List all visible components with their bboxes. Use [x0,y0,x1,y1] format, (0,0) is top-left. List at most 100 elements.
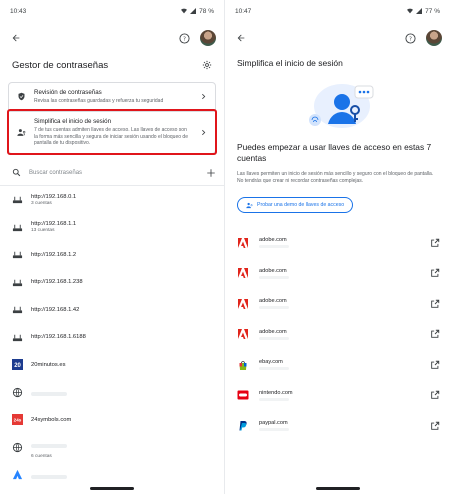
passkey-person-icon [17,129,26,136]
globe-icon [12,387,23,398]
paypal-logo [237,420,249,432]
password-checkup-row[interactable]: Revisión de contraseñas Revisa las contr… [9,83,215,111]
list-item[interactable]: http://192.168.1.2 [0,241,224,269]
search-bar[interactable]: Buscar contraseñas [0,160,224,186]
page-title: Simplifica el inicio de sesión [237,58,343,68]
20minutos-logo: 20 [12,359,23,371]
site-name: adobe.com [259,328,287,335]
globe-icon [12,442,23,453]
list-item-title: http://192.168.1.2 [31,251,77,258]
site-name: adobe.com [259,267,287,274]
redacted-text [31,392,67,397]
avatar[interactable] [200,30,216,46]
svg-text:?: ? [183,36,186,42]
site-name: paypal.com [259,420,288,427]
list-item[interactable]: http://192.168.1.1 13 cuentas [0,214,224,242]
site-row[interactable]: paypal.com [225,411,450,442]
list-item[interactable] [0,379,224,407]
list-item[interactable]: 24s 24symbols.com [0,406,224,434]
adobe-logo [237,267,249,279]
gesture-bar[interactable] [315,487,360,490]
open-in-new-icon[interactable] [430,360,440,370]
router-icon [12,332,23,343]
router-icon [12,249,23,260]
site-row[interactable]: adobe.com [225,258,450,289]
site-row[interactable]: adobe.com [225,319,450,350]
open-in-new-icon[interactable] [430,329,440,339]
passkey-promo-title: Simplifica el inicio de sesión [34,117,112,125]
top-toolbar: ? [0,22,224,54]
gesture-bar[interactable] [90,487,134,490]
ebay-logo [237,359,249,371]
open-in-new-icon[interactable] [430,238,440,248]
status-icons: 78 % [181,8,214,15]
list-item[interactable]: 6 cuentas [0,434,224,462]
list-item[interactable]: http://192.168.1.238 [0,269,224,297]
status-bar: 10:43 78 % [0,0,224,22]
list-item-title: http://192.168.1.6188 [31,334,86,341]
site-row[interactable]: ebay.com [225,350,450,381]
site-row[interactable]: nintendo.com [225,380,450,411]
site-name: adobe.com [259,298,287,305]
try-demo-button[interactable]: Probar una demo de llaves de acceso [237,197,354,214]
redacted-text [259,245,289,249]
help-icon[interactable]: ? [402,30,418,46]
passkey-description: Las llaves permiten un inicio de sesión … [237,170,434,184]
list-item[interactable]: 20 20minutos.es [0,351,224,379]
checkup-subtitle: Revisa las contraseñas guardadas y refue… [34,98,164,104]
site-row[interactable]: adobe.com [225,228,450,259]
top-toolbar: ? [225,22,450,54]
redacted-text [259,367,289,371]
redacted-text [259,336,289,340]
nintendo-logo [237,389,249,401]
avatar[interactable] [426,30,442,46]
passkey-illustration [225,76,450,136]
atlassian-logo [12,469,23,480]
add-icon[interactable] [206,168,216,178]
20minutos-logo-text: 20 [14,363,21,369]
redacted-text [259,397,289,401]
open-in-new-icon[interactable] [430,390,440,400]
open-in-new-icon[interactable] [430,299,440,309]
list-item-title: http://192.168.1.42 [31,306,80,313]
site-row[interactable]: adobe.com [225,289,450,320]
list-item-title: 24symbols.com [31,416,72,423]
search-icon [12,168,21,177]
signal-icon [190,8,197,14]
back-arrow-icon[interactable] [8,30,24,46]
list-item[interactable]: http://192.168.0.1 3 cuentas [0,186,224,214]
passkey-site-list: adobe.com adobe.com adobe.com adobe.com … [225,228,450,442]
list-item-title: http://192.168.0.1 [31,193,77,200]
passkey-promo-subtitle: 7 de tus cuentas admiten llaves de acces… [34,126,188,147]
help-icon[interactable]: ? [176,30,192,46]
list-item-subtitle: 3 cuentas [31,200,52,206]
list-item[interactable] [0,461,224,489]
checkup-card: Revisión de contraseñas Revisa las contr… [7,82,217,156]
status-time: 10:43 [10,7,27,15]
passkey-promo-row[interactable]: Simplifica el inicio de sesión 7 de tus … [7,108,217,156]
page-title-text: Gestor de contraseñas [12,59,109,71]
battery-level: 78 % [199,7,214,15]
open-in-new-icon[interactable] [430,421,440,431]
redacted-text [259,306,289,310]
open-in-new-icon[interactable] [430,268,440,278]
site-name: adobe.com [259,237,287,244]
router-icon [12,304,23,315]
search-input[interactable]: Buscar contraseñas [29,170,206,176]
24symbols-logo: 24s [12,414,23,426]
list-item[interactable]: http://192.168.1.6188 [0,324,224,352]
chevron-right-icon [202,129,206,136]
gear-icon[interactable] [202,60,212,70]
adobe-logo [237,328,249,340]
left-screen: 10:43 78 % ? Gestor de contraseñas Revis… [0,0,225,494]
wifi-icon [181,8,188,14]
battery-level: 77 % [425,7,440,15]
passkey-heading: Puedes empezar a usar llaves de acceso e… [237,142,432,164]
router-icon [12,194,23,205]
redacted-text [259,275,289,279]
list-item[interactable]: http://192.168.1.42 [0,296,224,324]
back-arrow-icon[interactable] [233,30,249,46]
redacted-text [259,428,289,432]
right-screen: 10:47 77 % ? Simplifica el inicio de ses… [225,0,450,494]
list-item-title: http://192.168.1.238 [31,279,83,286]
